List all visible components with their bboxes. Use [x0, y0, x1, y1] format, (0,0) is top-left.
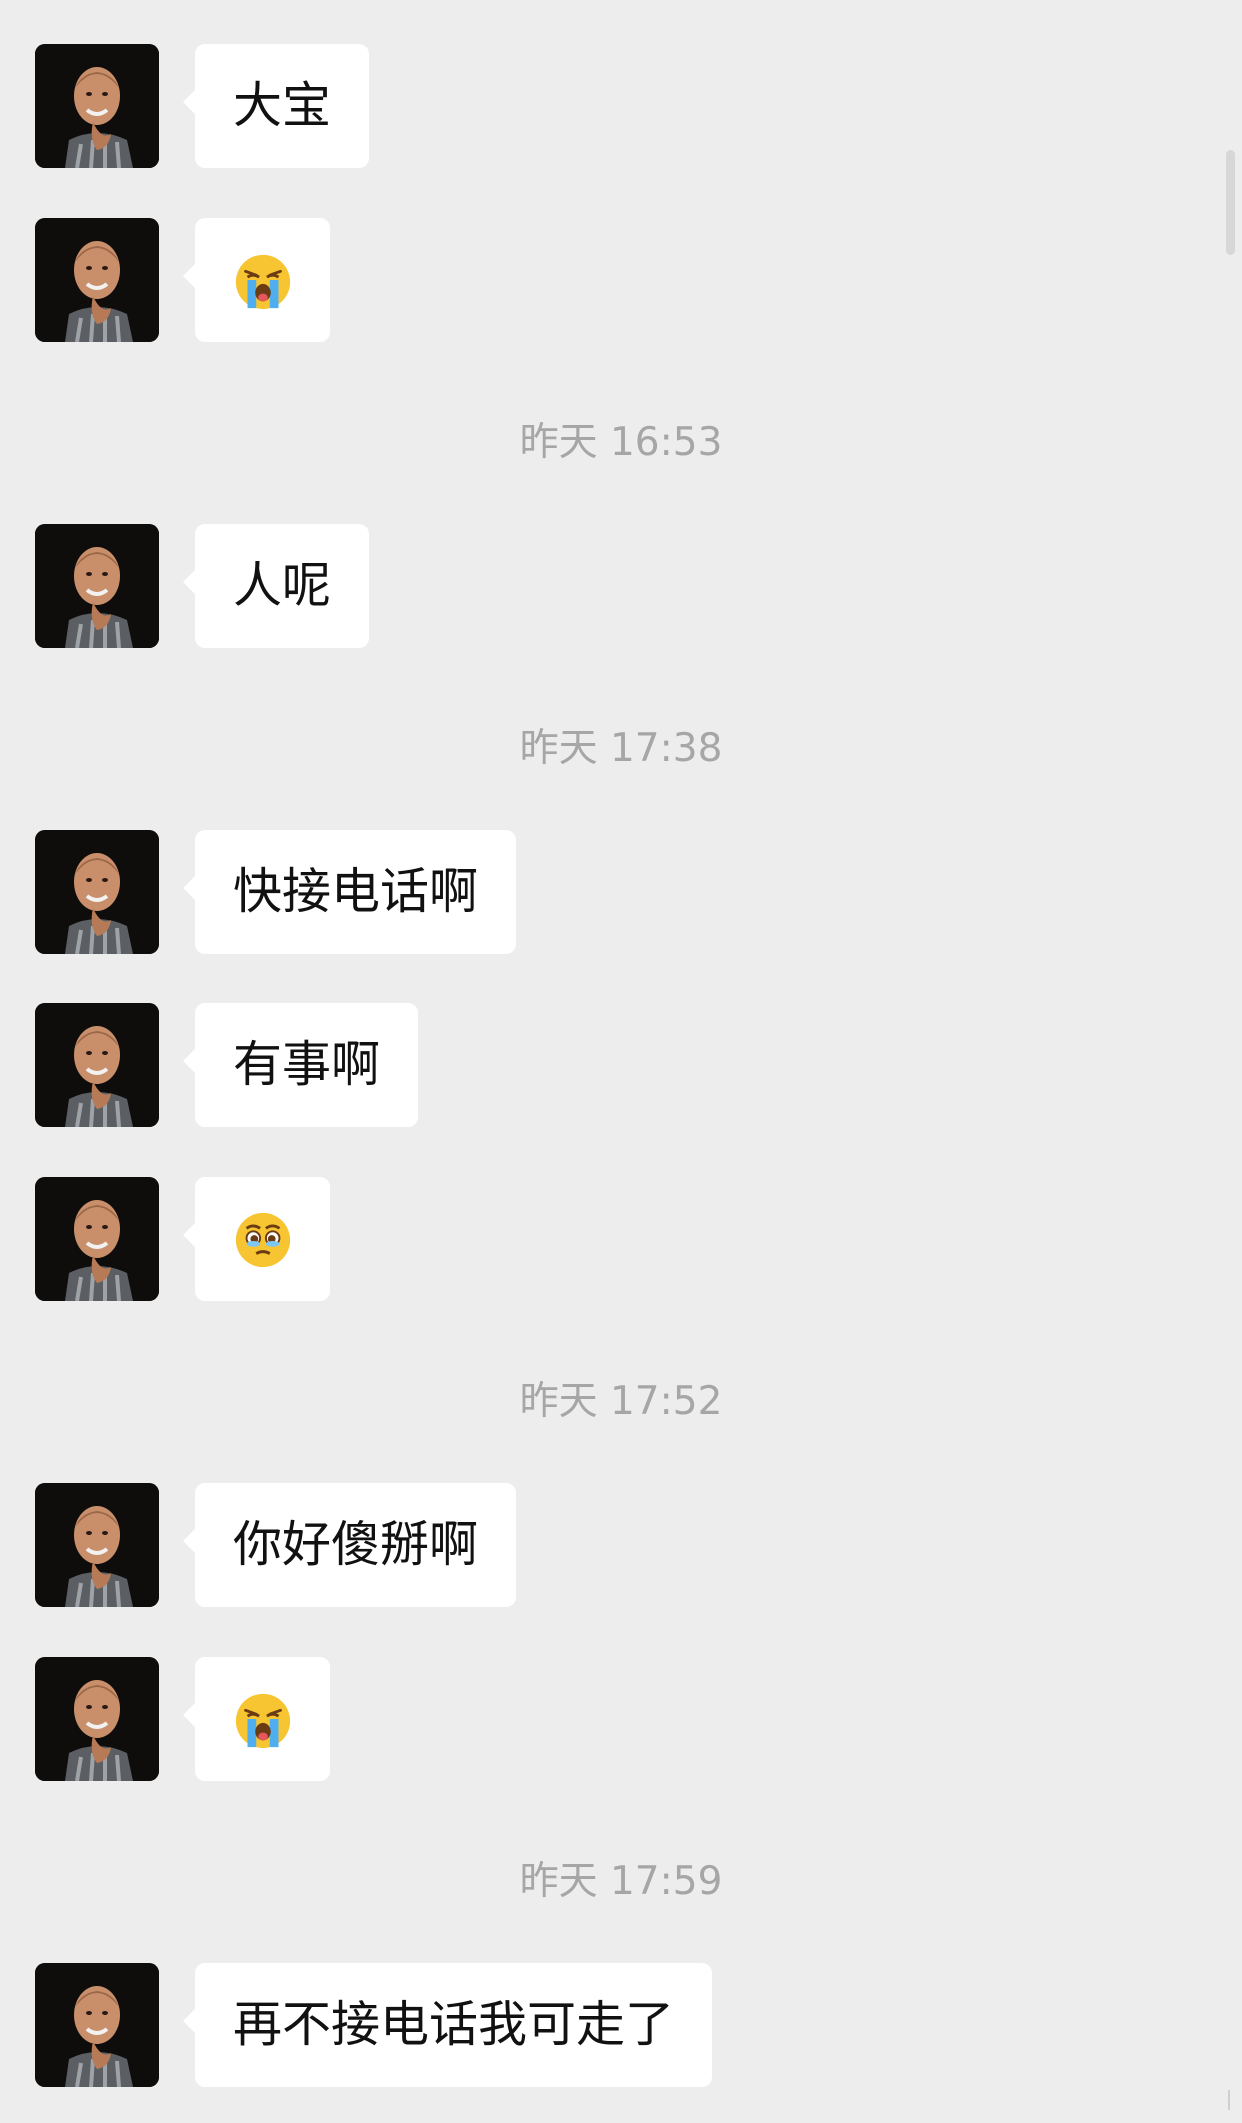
message-bubble[interactable]: 快接电话啊 — [182, 830, 517, 954]
scroll-indicator — [1228, 2090, 1230, 2110]
message-bubble[interactable]: 你好傻掰啊 — [182, 1483, 517, 1607]
avatar[interactable] — [35, 830, 159, 954]
message-bubble[interactable] — [183, 218, 330, 342]
loudly-crying-face-icon — [235, 254, 291, 310]
timestamp: 昨天 16:53 — [519, 420, 723, 465]
chat-message-list[interactable]: 大宝 昨天 16:53 人呢 昨天 17:38 快接电话啊 有事啊 昨天 17:… — [0, 0, 1242, 2123]
message-text: 人呢 — [233, 557, 332, 614]
avatar[interactable] — [35, 524, 159, 648]
loudly-crying-face-icon — [235, 1693, 291, 1749]
avatar[interactable] — [35, 1657, 159, 1781]
message-bubble[interactable] — [183, 1657, 330, 1781]
message-text: 再不接电话我可走了 — [233, 1996, 675, 2053]
message-bubble[interactable]: 大宝 — [182, 44, 370, 168]
avatar[interactable] — [35, 1177, 159, 1301]
timestamp: 昨天 17:38 — [519, 726, 723, 771]
timestamp: 昨天 17:52 — [519, 1379, 723, 1424]
message-bubble[interactable] — [183, 1177, 330, 1301]
avatar[interactable] — [35, 1003, 159, 1127]
avatar[interactable] — [35, 1963, 159, 2087]
avatar[interactable] — [35, 44, 159, 168]
avatar[interactable] — [35, 218, 159, 342]
avatar[interactable] — [35, 1483, 159, 1607]
message-text: 快接电话啊 — [233, 863, 479, 920]
message-bubble[interactable]: 人呢 — [182, 524, 370, 648]
message-text: 大宝 — [233, 77, 332, 134]
scrollbar[interactable] — [1226, 150, 1235, 255]
timestamp: 昨天 17:59 — [519, 1859, 723, 1904]
message-bubble[interactable]: 有事啊 — [182, 1003, 419, 1127]
message-bubble[interactable]: 再不接电话我可走了 — [182, 1963, 713, 2087]
message-text: 有事啊 — [233, 1036, 381, 1093]
face-holding-back-tears-icon — [235, 1212, 291, 1268]
message-text: 你好傻掰啊 — [233, 1516, 479, 1573]
